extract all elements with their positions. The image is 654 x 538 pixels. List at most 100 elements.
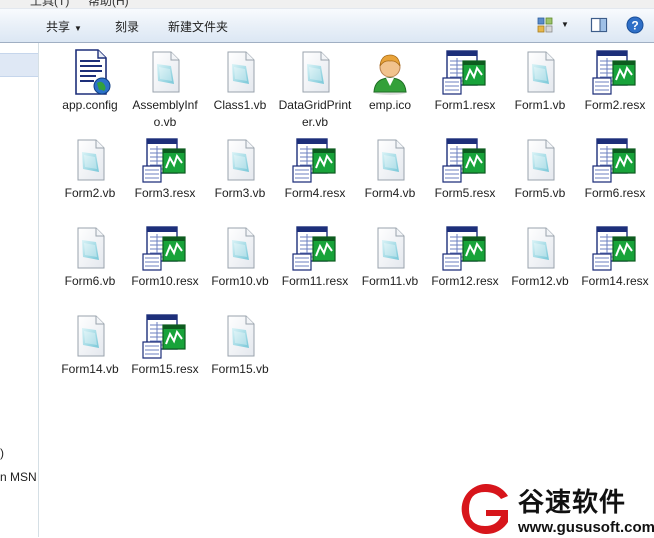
file-item[interactable]: Form11.resx (277, 224, 353, 290)
file-item[interactable]: Class1.vb (202, 48, 278, 114)
file-name: AssemblyInfo.vb (132, 98, 198, 129)
watermark-brand: 谷速软件 (518, 488, 627, 518)
file-item[interactable]: Form15.vb (202, 312, 278, 378)
file-item[interactable]: Form5.resx (427, 136, 503, 202)
file-name: Form10.resx (131, 274, 199, 288)
file-item[interactable]: DataGridPrinter.vb (277, 48, 353, 131)
file-name: Form6.resx (584, 186, 646, 200)
nav-item-fragment[interactable]: ) (0, 446, 4, 460)
file-item[interactable]: Form1.resx (427, 48, 503, 114)
watermark: 谷速软件 www.gususoft.com (456, 478, 654, 537)
vb-file-icon (527, 51, 555, 93)
nav-item-msn[interactable]: n MSN (0, 470, 37, 484)
file-name: Form3.vb (214, 186, 266, 200)
new-folder-label: 新建文件夹 (168, 20, 229, 34)
vb-file-icon (302, 51, 330, 93)
menu-tools[interactable]: 工具(T) (30, 0, 69, 8)
vb-file-icon (77, 227, 105, 269)
chevron-down-icon: ▼ (74, 24, 82, 33)
file-name: Form14.resx (581, 274, 649, 288)
resx-file-icon (592, 138, 636, 183)
resx-file-icon (592, 226, 636, 271)
resx-file-icon (442, 50, 486, 95)
file-name: emp.ico (368, 98, 412, 112)
file-name: Form12.resx (431, 274, 499, 288)
file-name: Form1.vb (514, 98, 566, 112)
vb-file-icon (527, 227, 555, 269)
resx-file-icon (442, 226, 486, 271)
navigation-pane[interactable]: ) n MSN (0, 43, 39, 537)
menu-help[interactable]: 帮助(H) (88, 0, 129, 8)
file-item[interactable]: Form10.vb (202, 224, 278, 290)
file-name: Form15.resx (131, 362, 199, 376)
file-item[interactable]: Form12.resx (427, 224, 503, 290)
file-name: Form11.resx (281, 274, 349, 288)
vb-file-icon (227, 51, 255, 93)
view-options-icon[interactable] (536, 16, 554, 34)
resx-file-icon (442, 138, 486, 183)
resx-file-icon (142, 138, 186, 183)
resx-file-icon (142, 226, 186, 271)
file-name: Class1.vb (213, 98, 267, 112)
file-name: DataGridPrinter.vb (278, 98, 352, 129)
file-item[interactable]: Form14.resx (577, 224, 653, 290)
file-item[interactable]: Form4.vb (352, 136, 428, 202)
file-item[interactable]: Form4.resx (277, 136, 353, 202)
resx-file-icon (592, 50, 636, 95)
file-item[interactable]: emp.ico (352, 48, 428, 114)
vb-file-icon (527, 139, 555, 181)
nav-selected-item[interactable] (0, 53, 38, 77)
file-item[interactable]: Form11.vb (352, 224, 428, 290)
resx-file-icon (292, 138, 336, 183)
file-item[interactable]: Form14.vb (52, 312, 128, 378)
file-item[interactable]: Form2.vb (52, 136, 128, 202)
file-name: Form4.resx (284, 186, 346, 200)
file-item[interactable]: Form6.resx (577, 136, 653, 202)
share-label: 共享 (46, 20, 71, 34)
file-item[interactable]: Form5.vb (502, 136, 578, 202)
menu-bar: 工具(T) 帮助(H) (0, 0, 654, 9)
file-item[interactable]: Form1.vb (502, 48, 578, 114)
file-item[interactable]: Form6.vb (52, 224, 128, 290)
file-item[interactable]: Form2.resx (577, 48, 653, 114)
file-name: Form3.resx (134, 186, 196, 200)
resx-file-icon (142, 314, 186, 359)
file-name: Form5.vb (514, 186, 566, 200)
file-item[interactable]: Form3.vb (202, 136, 278, 202)
burn-label: 刻录 (115, 20, 140, 34)
file-name: Form15.vb (211, 362, 269, 376)
file-name: Form11.vb (361, 274, 419, 288)
file-item[interactable]: Form12.vb (502, 224, 578, 290)
preview-pane-icon[interactable] (590, 16, 608, 34)
svg-text:?: ? (631, 19, 638, 33)
file-item[interactable]: Form10.resx (127, 224, 203, 290)
file-name: Form14.vb (61, 362, 119, 376)
burn-button[interactable]: 刻录 (115, 18, 139, 35)
toolbar: 共享 ▼ 刻录 新建文件夹 ▼ ? (0, 9, 654, 43)
help-icon[interactable]: ? (626, 16, 644, 34)
config-file-icon (75, 49, 111, 95)
resx-file-icon (292, 226, 336, 271)
file-item[interactable]: AssemblyInfo.vb (127, 48, 203, 131)
new-folder-button[interactable]: 新建文件夹 (168, 18, 228, 35)
vb-file-icon (227, 227, 255, 269)
share-button[interactable]: 共享 ▼ (46, 18, 82, 35)
vb-file-icon (152, 51, 180, 93)
watermark-url: www.gususoft.com (518, 519, 654, 536)
file-name: Form1.resx (434, 98, 496, 112)
vb-file-icon (227, 315, 255, 357)
file-name: Form4.vb (364, 186, 416, 200)
vb-file-icon (377, 139, 405, 181)
vb-file-icon (227, 139, 255, 181)
file-item[interactable]: Form15.resx (127, 312, 203, 378)
vb-file-icon (77, 139, 105, 181)
file-item[interactable]: Form3.resx (127, 136, 203, 202)
person-icon (372, 54, 408, 96)
file-name: Form2.resx (584, 98, 646, 112)
view-options-dropdown-icon[interactable]: ▼ (561, 20, 569, 29)
file-item[interactable]: app.config (52, 48, 128, 114)
file-name: Form5.resx (434, 186, 496, 200)
file-name: Form12.vb (511, 274, 569, 288)
file-name: Form2.vb (64, 186, 116, 200)
file-name: app.config (62, 98, 118, 112)
